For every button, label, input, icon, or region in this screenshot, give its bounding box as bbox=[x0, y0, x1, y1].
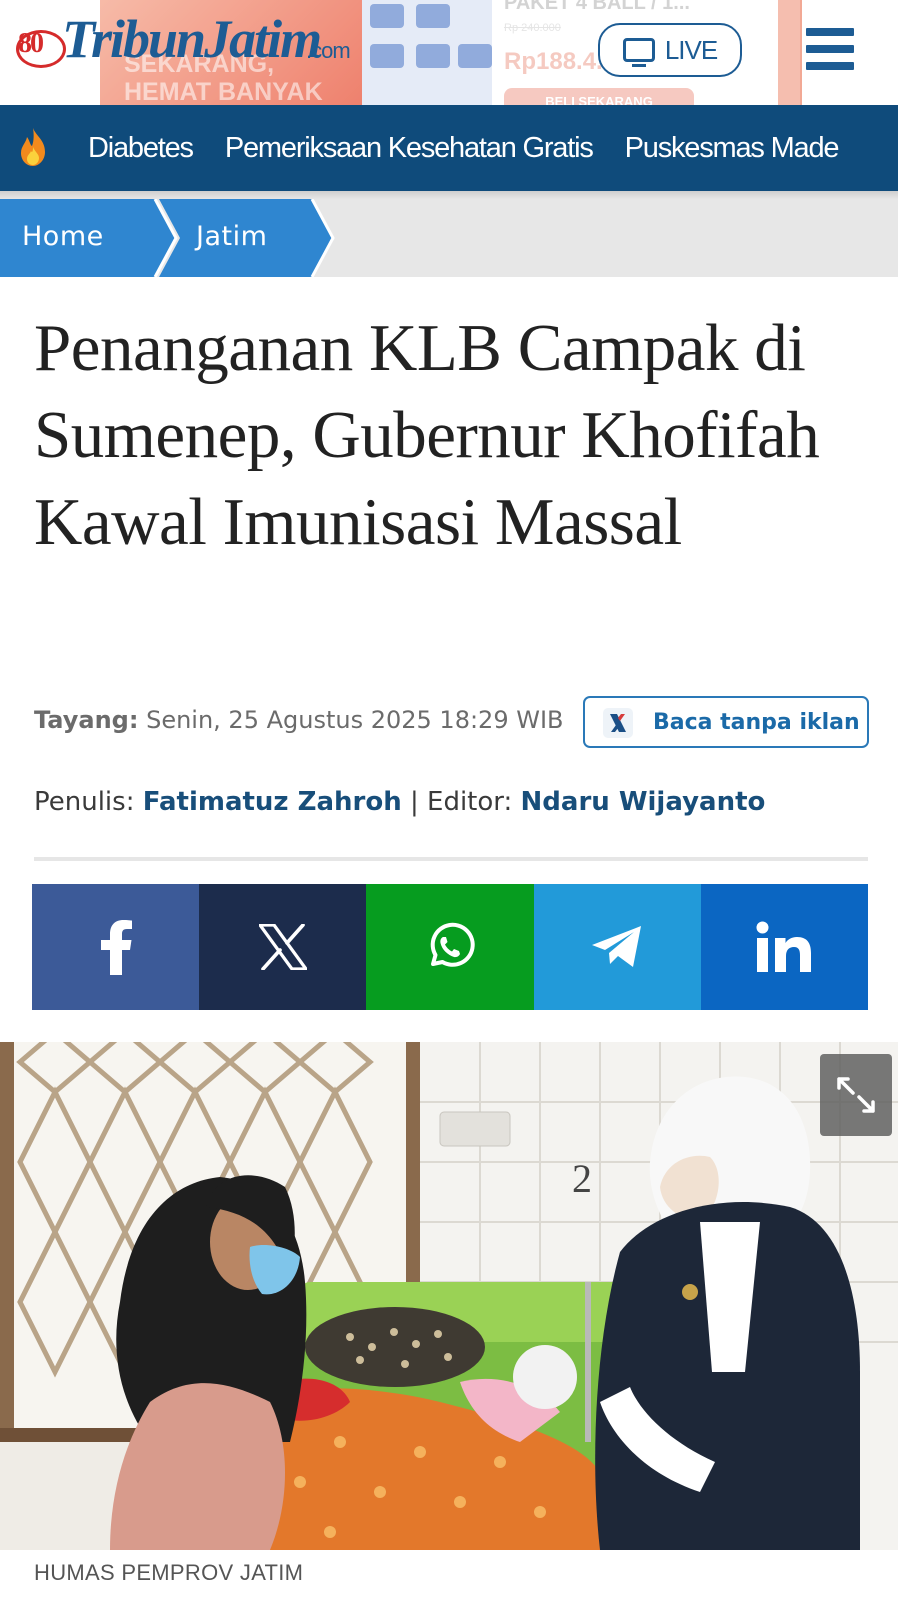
live-label: LIVE bbox=[664, 34, 718, 65]
logo-domain: .com bbox=[306, 38, 351, 63]
tv-icon bbox=[622, 38, 655, 67]
writer-label: Penulis: bbox=[34, 787, 135, 817]
x-brand-icon bbox=[603, 708, 633, 738]
telegram-icon bbox=[592, 926, 642, 967]
facebook-icon bbox=[100, 920, 132, 975]
expand-icon bbox=[837, 1077, 875, 1113]
fullscreen-button[interactable] bbox=[820, 1054, 892, 1136]
article-title: Penanganan KLB Campak di Sumenep, Gubern… bbox=[34, 311, 820, 559]
whatsapp-icon bbox=[430, 922, 475, 967]
breadcrumb-jatim-label: Jatim bbox=[196, 221, 268, 252]
logo-wordmark: TribunJatim bbox=[62, 9, 322, 69]
trending-item-pemeriksaan[interactable]: Pemeriksaan Kesehatan Gratis bbox=[225, 132, 594, 165]
fire-icon bbox=[21, 128, 45, 166]
published-label: Tayang: bbox=[34, 706, 139, 734]
breadcrumb-jatim[interactable]: Jatim bbox=[155, 199, 340, 277]
photo-caption: HUMAS PEMPROV JATIM bbox=[34, 1560, 304, 1585]
writer-link[interactable]: Fatimatuz Zahroh bbox=[143, 787, 402, 817]
trending-item-diabetes[interactable]: Diabetes bbox=[88, 132, 194, 165]
hamburger-menu-icon[interactable] bbox=[806, 28, 854, 70]
site-logo[interactable]: 80 TribunJatim .com bbox=[14, 8, 364, 88]
ad-free-label: Baca tanpa iklan bbox=[653, 710, 860, 735]
divider bbox=[34, 857, 868, 861]
site-header: SEKARANG, HEMAT BANYAK PAKET 4 BALL / 1.… bbox=[0, 0, 898, 105]
editor-link[interactable]: Ndaru Wijayanto bbox=[521, 787, 766, 817]
ad-free-button[interactable]: Baca tanpa iklan bbox=[583, 696, 869, 748]
share-whatsapp-button[interactable] bbox=[366, 884, 534, 1010]
trending-items: Diabetes Pemeriksaan Kesehatan Gratis Pu… bbox=[88, 105, 870, 191]
breadcrumb-home[interactable]: Home bbox=[0, 199, 180, 277]
credits-separator: | bbox=[409, 787, 419, 817]
share-x-button[interactable] bbox=[199, 884, 367, 1010]
svg-text:2: 2 bbox=[572, 1156, 592, 1201]
x-icon bbox=[258, 924, 307, 970]
share-bar bbox=[32, 884, 869, 1010]
editor-label: Editor: bbox=[427, 787, 513, 817]
breadcrumb: Home Jatim bbox=[0, 199, 898, 277]
article-photo[interactable]: 2 bbox=[0, 1042, 898, 1550]
live-button[interactable]: LIVE bbox=[598, 23, 742, 77]
share-telegram-button[interactable] bbox=[533, 884, 701, 1010]
trending-item-puskesmas[interactable]: Puskesmas Made bbox=[625, 132, 840, 165]
share-linkedin-button[interactable] bbox=[700, 884, 869, 1010]
article-photo-illustration: 2 bbox=[0, 1042, 898, 1550]
linkedin-icon bbox=[756, 921, 812, 972]
trending-nav: Diabetes Pemeriksaan Kesehatan Gratis Pu… bbox=[0, 105, 898, 191]
article-credits: Penulis: Fatimatuz Zahroh | Editor: Ndar… bbox=[34, 787, 765, 817]
share-facebook-button[interactable] bbox=[32, 884, 200, 1010]
publish-info: Tayang: Senin, 25 Agustus 2025 18:29 WIB bbox=[34, 706, 564, 734]
published-date: Senin, 25 Agustus 2025 18:29 WIB bbox=[146, 706, 564, 734]
anniversary-badge: 80 bbox=[16, 28, 66, 68]
breadcrumb-home-label: Home bbox=[22, 221, 104, 252]
